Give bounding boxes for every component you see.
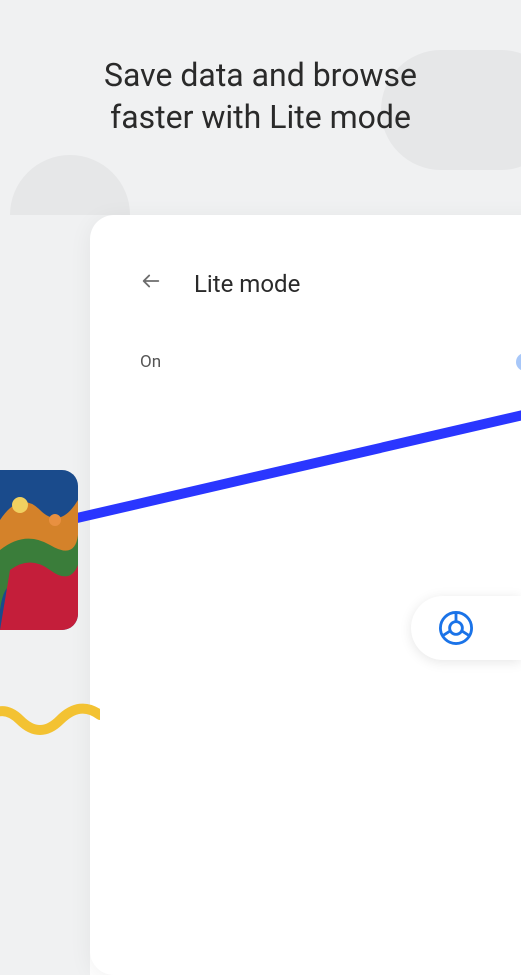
cloud-decoration [10, 155, 130, 215]
squiggle-decoration [0, 695, 100, 755]
lite-mode-card: Lite mode On [90, 215, 521, 975]
lite-mode-toggle[interactable] [516, 353, 521, 371]
card-title: Lite mode [194, 270, 300, 298]
article-thumbnail[interactable] [0, 470, 78, 630]
chrome-icon [439, 611, 473, 645]
chrome-badge[interactable] [411, 596, 521, 660]
headline: Save data and browse faster with Lite mo… [0, 55, 521, 138]
back-arrow-icon[interactable] [140, 270, 162, 298]
toggle-label: On [140, 352, 161, 372]
